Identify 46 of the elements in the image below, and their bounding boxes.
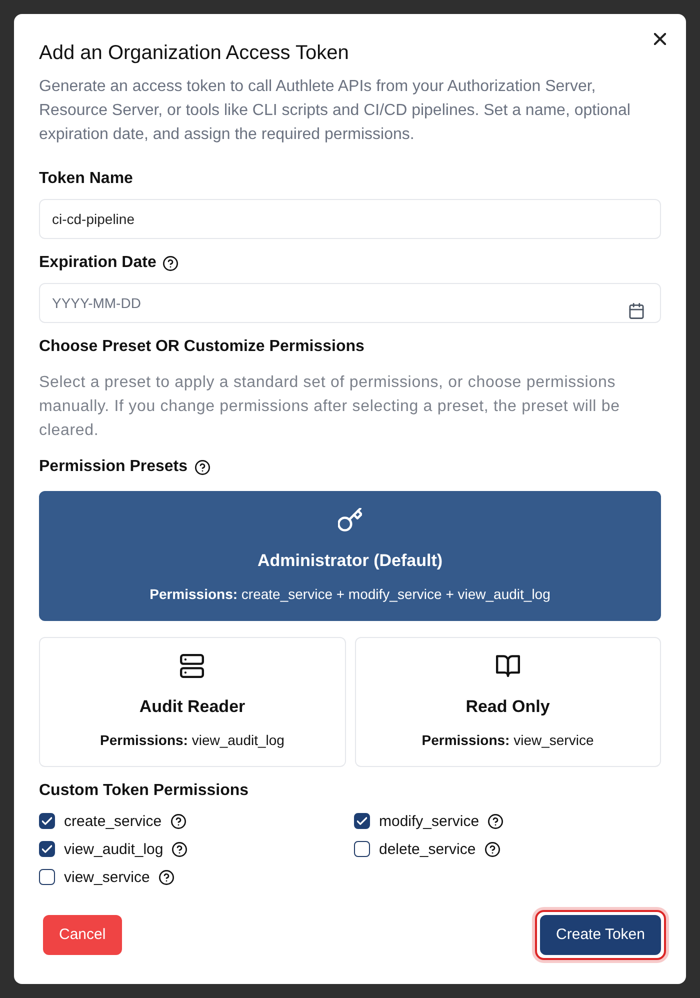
checkbox[interactable] (39, 841, 55, 857)
dialog-description: Generate an access token to call Authlete APIs from your Authorization Server, Resource Server, or tools like CLI scripts and CI/CD pipelines. Set a name, optional expiration date, and assign the required permissions. (39, 77, 632, 145)
close-icon[interactable] (654, 33, 666, 45)
token-name-field[interactable]: ci-cd-pipeline (39, 199, 661, 239)
book-icon (496, 654, 520, 678)
section-heading: Choose Preset OR Customize Permissions (39, 337, 366, 357)
help-icon[interactable] (194, 460, 210, 474)
field-label: Expiration Date (39, 253, 156, 273)
preset-permissions: Permissions: view_service (422, 731, 594, 750)
help-icon[interactable] (484, 842, 500, 856)
help-icon[interactable] (488, 814, 504, 828)
check-icon (42, 845, 52, 853)
preset-title: Administrator (Default) (257, 550, 443, 572)
preset-permissions: Permissions: create_service + modify_service + view_audit_log (150, 585, 550, 604)
key-icon (338, 508, 362, 532)
date-field[interactable]: YYYY-MM-DD (39, 283, 661, 323)
check-icon (357, 817, 367, 825)
permission-label: create_service (64, 812, 162, 830)
section-heading: Custom Token Permissions (39, 781, 250, 801)
checkbox[interactable] (39, 869, 55, 885)
server-icon (180, 654, 204, 678)
checkbox[interactable] (354, 813, 370, 829)
permission-label: view_service (64, 868, 150, 886)
preset-title: Read Only (466, 696, 550, 718)
permission-label: view_audit_log (64, 840, 164, 858)
preset-card[interactable]: Read Only Permissions: view_service (354, 637, 661, 767)
help-icon[interactable] (172, 842, 188, 856)
permission-label: delete_service (379, 840, 476, 858)
checkbox[interactable] (354, 841, 370, 857)
section-description: Select a preset to apply a standard set of permissions, or choose permissions manually. If you change permissions after selecting a preset, the preset will be cleared. (39, 373, 621, 441)
cancel-button[interactable]: Cancel (43, 915, 122, 955)
help-icon[interactable] (163, 256, 178, 270)
presets-heading: Permission Presets (39, 457, 188, 477)
calendar-icon[interactable] (629, 303, 644, 319)
help-icon[interactable] (170, 814, 186, 828)
submit-button[interactable]: Create Token (532, 907, 669, 963)
preset-title: Audit Reader (139, 696, 246, 718)
field-label: Token Name (39, 169, 133, 189)
preset-permissions: Permissions: view_audit_log (100, 731, 284, 750)
checkbox[interactable] (39, 813, 55, 829)
preset-card[interactable]: Administrator (Default) Permissions: create_service + modify_service + view_audit_log (39, 491, 661, 621)
permission-label: modify_service (379, 812, 480, 830)
dialog-title: Add an Organization Access Token (39, 41, 350, 66)
preset-card[interactable]: Audit Reader Permissions: view_audit_log (39, 637, 346, 767)
help-icon[interactable] (158, 870, 174, 884)
check-icon (42, 817, 52, 825)
